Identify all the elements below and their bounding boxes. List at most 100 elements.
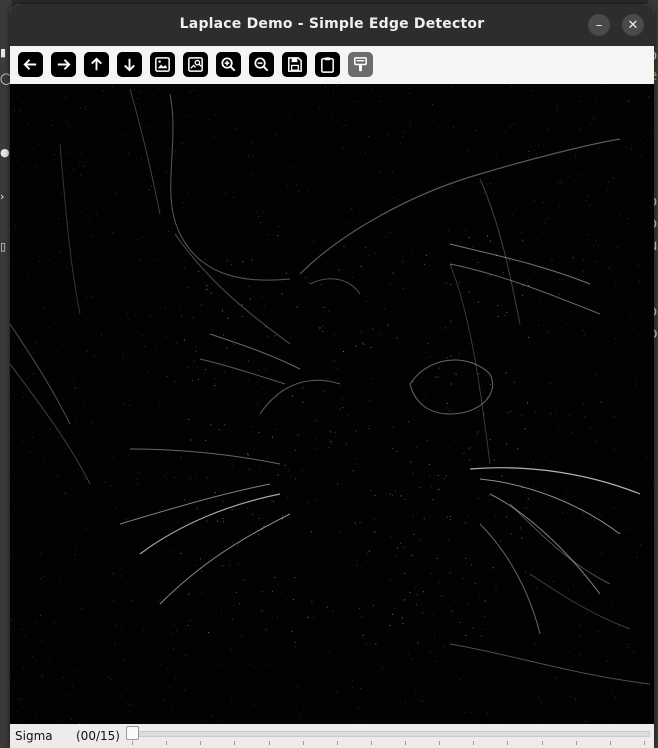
edge-pixel xyxy=(579,129,581,131)
edge-pixel xyxy=(651,430,653,432)
dock-circle-icon: ◯ xyxy=(0,72,13,85)
edge-pixel xyxy=(150,687,152,689)
edge-pixel xyxy=(331,114,333,116)
edge-pixel xyxy=(135,701,137,703)
zoom-in-button[interactable] xyxy=(216,52,241,77)
edge-pixel xyxy=(527,156,529,158)
edge-pixel xyxy=(583,259,584,261)
edge-pixel xyxy=(258,369,260,371)
edge-pixel xyxy=(313,616,315,618)
edge-pixel xyxy=(468,149,469,151)
edge-pixel xyxy=(572,98,574,100)
edge-pixel xyxy=(208,119,210,121)
zoom-out-button[interactable] xyxy=(249,52,274,77)
edge-pixel xyxy=(84,400,86,402)
edge-pixel xyxy=(441,181,443,183)
edge-pixel xyxy=(194,564,196,566)
edge-pixel xyxy=(81,424,83,426)
edge-pixel xyxy=(439,225,441,227)
edge-pixel xyxy=(294,646,296,648)
edge-pixel xyxy=(528,284,530,286)
edge-pixel xyxy=(588,458,590,460)
edge-pixel xyxy=(172,425,174,427)
edge-pixel xyxy=(484,615,486,617)
edge-pixel xyxy=(333,334,335,336)
edge-pixel xyxy=(575,449,577,450)
pan-up-button[interactable] xyxy=(84,52,109,77)
edge-pixel xyxy=(396,337,398,339)
edge-pixel xyxy=(184,499,186,501)
slider-track[interactable] xyxy=(126,731,650,737)
pan-down-button[interactable] xyxy=(117,52,142,77)
edge-pixel xyxy=(285,272,287,274)
pan-left-button[interactable] xyxy=(18,52,43,77)
edge-pixel xyxy=(135,98,137,100)
edge-pixel xyxy=(513,381,515,383)
edge-pixel xyxy=(612,177,614,179)
edge-pixel xyxy=(28,465,30,467)
edge-pixel xyxy=(345,566,347,568)
edge-pixel xyxy=(599,401,601,403)
edge-pixel xyxy=(419,487,421,489)
title-bar[interactable]: Laplace Demo - Simple Edge Detector – ✕ xyxy=(10,4,654,46)
edge-pixel xyxy=(571,432,573,434)
edge-pixel xyxy=(234,286,236,288)
edge-pixel xyxy=(261,226,263,228)
edge-pixel xyxy=(454,600,456,602)
edge-pixel xyxy=(268,657,270,659)
edge-pixel xyxy=(614,447,616,449)
edge-pixel xyxy=(197,135,199,136)
edge-pixel xyxy=(91,422,93,424)
edge-pixel xyxy=(389,625,391,626)
save-button[interactable] xyxy=(282,52,307,77)
edge-pixel xyxy=(234,128,236,130)
edge-pixel xyxy=(372,378,374,380)
edge-pixel xyxy=(338,371,340,373)
minimize-button[interactable]: – xyxy=(588,14,610,36)
edge-pixel xyxy=(618,215,620,217)
edge-pixel xyxy=(333,89,334,91)
edge-pixel xyxy=(308,282,310,284)
edge-pixel xyxy=(590,427,592,429)
edge-pixel xyxy=(348,378,350,380)
edge-pixel xyxy=(373,86,375,88)
zoom-fit-button[interactable] xyxy=(150,52,175,77)
slider-handle[interactable] xyxy=(126,726,139,740)
edge-pixel xyxy=(336,85,338,87)
edge-pixel xyxy=(25,535,27,537)
edge-pixel xyxy=(159,407,161,409)
edge-pixel xyxy=(250,656,252,658)
close-button[interactable]: ✕ xyxy=(622,14,644,36)
edge-pixel xyxy=(411,658,413,660)
edge-pixel xyxy=(489,499,491,501)
edge-stroke xyxy=(449,643,651,685)
edge-pixel xyxy=(361,615,363,617)
edge-stroke xyxy=(449,243,591,285)
sigma-slider[interactable] xyxy=(126,726,650,746)
edge-pixel xyxy=(159,401,161,403)
edge-pixel xyxy=(341,190,343,191)
copy-to-clipboard-button[interactable] xyxy=(315,52,340,77)
edge-pixel xyxy=(188,593,190,595)
zoom-original-button[interactable] xyxy=(183,52,208,77)
edge-pixel xyxy=(351,622,353,624)
edge-pixel xyxy=(307,616,309,618)
edge-pixel xyxy=(142,119,144,121)
edge-pixel xyxy=(155,345,157,347)
edge-pixel xyxy=(92,234,94,236)
edge-pixel xyxy=(261,296,263,298)
edge-pixel xyxy=(352,276,353,278)
edge-pixel xyxy=(64,168,66,170)
edge-pixel xyxy=(415,499,417,501)
edge-pixel xyxy=(62,585,64,587)
properties-button[interactable] xyxy=(348,52,373,77)
pan-right-button[interactable] xyxy=(51,52,76,77)
edge-pixel xyxy=(530,162,531,164)
edge-pixel xyxy=(525,571,527,573)
edge-pixel xyxy=(551,155,553,157)
edge-pixel xyxy=(543,484,545,486)
image-view[interactable] xyxy=(10,84,654,724)
edge-pixel xyxy=(551,521,553,523)
edge-pixel xyxy=(83,165,85,167)
edge-pixel xyxy=(600,552,602,554)
